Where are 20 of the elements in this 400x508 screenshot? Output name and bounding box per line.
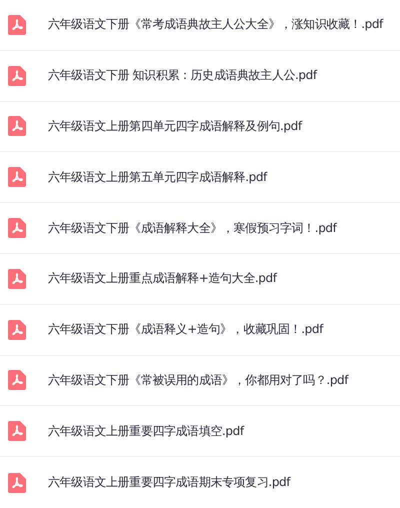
pdf-file-icon	[8, 421, 26, 442]
pdf-file-icon	[8, 472, 26, 493]
pdf-file-icon	[8, 66, 26, 86]
file-name[interactable]: 六年级语文上册重点成语解释+造句大全.pdf	[48, 270, 277, 288]
file-name[interactable]: 六年级语文下册《成语解释大全》，寒假预习字词！.pdf	[48, 220, 336, 237]
file-name[interactable]: 六年级语文下册《成语释义+造句》，收藏巩固！.pdf	[48, 321, 323, 338]
pdf-file-icon	[8, 116, 26, 136]
pdf-file-icon	[8, 268, 26, 289]
file-name[interactable]: 六年级语文上册第五单元四字成语解释.pdf	[48, 168, 267, 186]
file-name[interactable]: 六年级语文下册 知识积累：历史成语典故主人公.pdf	[48, 67, 317, 84]
pdf-file-icon	[8, 370, 26, 390]
pdf-file-icon	[8, 218, 26, 238]
pdf-file-icon	[8, 167, 26, 188]
file-name[interactable]: 六年级语文下册《常考成语典故主人公大全》，涨知识收藏！.pdf	[48, 16, 383, 34]
pdf-file-icon	[8, 320, 26, 340]
file-name[interactable]: 六年级语文上册重要四字成语填空.pdf	[48, 422, 244, 440]
file-name[interactable]: 六年级语文上册第四单元四字成语解释及例句.pdf	[48, 118, 302, 135]
pdf-file-icon	[8, 14, 26, 35]
file-name[interactable]: 六年级语文下册《常被误用的成语》，你都用对了吗？.pdf	[48, 372, 348, 389]
file-name[interactable]: 六年级语文上册重要四字成语期末专项复习.pdf	[48, 474, 290, 492]
